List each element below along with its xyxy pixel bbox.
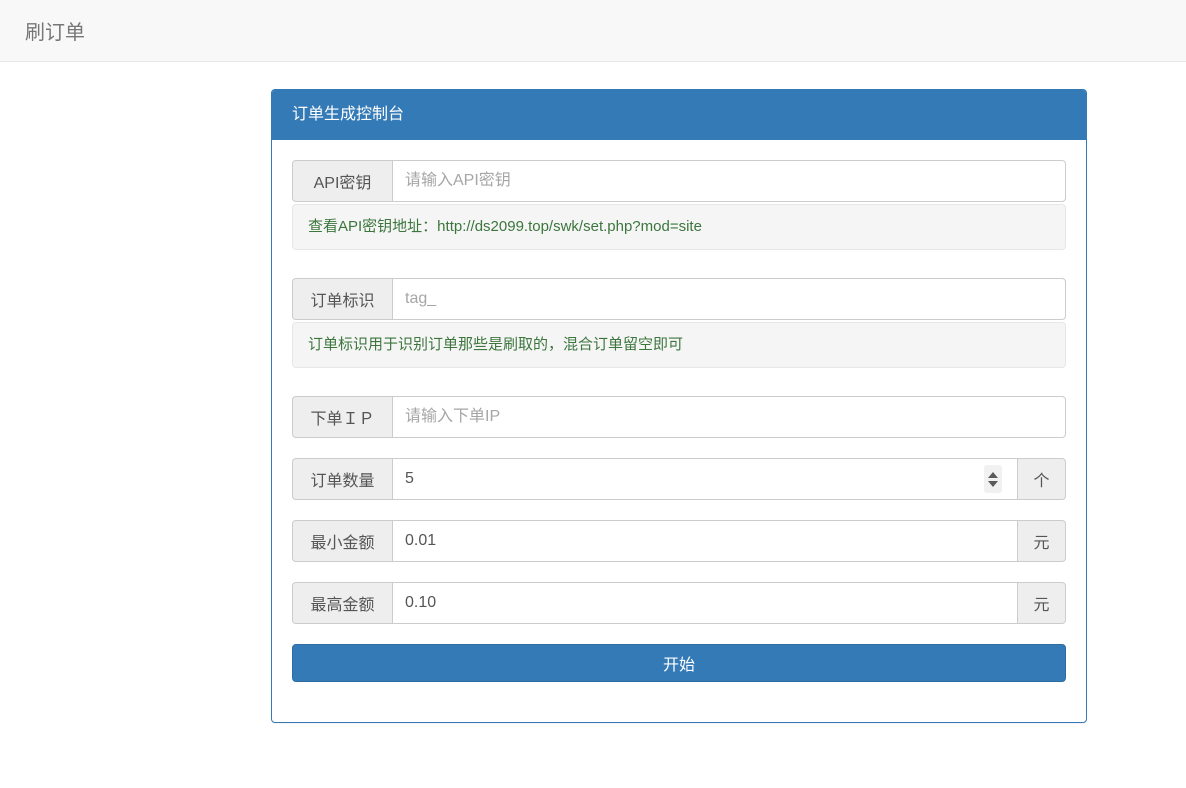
quantity-stepper[interactable] <box>984 465 1002 493</box>
order-count-group: 订单数量 个 <box>292 458 1066 500</box>
order-ip-input[interactable] <box>392 396 1066 438</box>
max-amount-input[interactable] <box>392 582 1018 624</box>
min-amount-input-wrap <box>392 520 1018 562</box>
api-key-help: 查看API密钥地址：http://ds2099.top/swk/set.php?… <box>292 204 1066 250</box>
order-tag-label: 订单标识 <box>292 278 392 320</box>
order-tag-input[interactable] <box>392 278 1066 320</box>
order-count-label: 订单数量 <box>292 458 392 500</box>
min-amount-unit: 元 <box>1018 520 1066 562</box>
order-count-input-wrap <box>392 458 1018 500</box>
order-count-input[interactable] <box>392 458 1018 500</box>
page-title: 刷订单 <box>25 16 85 45</box>
main-content: 订单生成控制台 API密钥 查看API密钥地址：http://ds2099.to… <box>0 62 1186 723</box>
min-amount-label: 最小金额 <box>292 520 392 562</box>
panel-title: 订单生成控制台 <box>272 90 1086 140</box>
min-amount-input[interactable] <box>392 520 1018 562</box>
max-amount-unit: 元 <box>1018 582 1066 624</box>
api-key-group: API密钥 <box>292 160 1066 202</box>
max-amount-input-wrap <box>392 582 1018 624</box>
max-amount-label: 最高金额 <box>292 582 392 624</box>
page-header: 刷订单 <box>0 0 1186 62</box>
start-button[interactable]: 开始 <box>292 644 1066 682</box>
order-tag-group: 订单标识 <box>292 278 1066 320</box>
max-amount-group: 最高金额 元 <box>292 582 1066 624</box>
order-count-unit: 个 <box>1018 458 1066 500</box>
spinner-down-icon[interactable] <box>988 481 998 487</box>
panel-body: API密钥 查看API密钥地址：http://ds2099.top/swk/se… <box>272 140 1086 722</box>
order-tag-help: 订单标识用于识别订单那些是刷取的，混合订单留空即可 <box>292 322 1066 368</box>
order-console-panel: 订单生成控制台 API密钥 查看API密钥地址：http://ds2099.to… <box>271 89 1087 723</box>
order-ip-group: 下单ＩＰ <box>292 396 1066 438</box>
min-amount-group: 最小金额 元 <box>292 520 1066 562</box>
api-key-label: API密钥 <box>292 160 392 202</box>
api-key-input[interactable] <box>392 160 1066 202</box>
spinner-up-icon[interactable] <box>988 472 998 478</box>
order-ip-label: 下单ＩＰ <box>292 396 392 438</box>
